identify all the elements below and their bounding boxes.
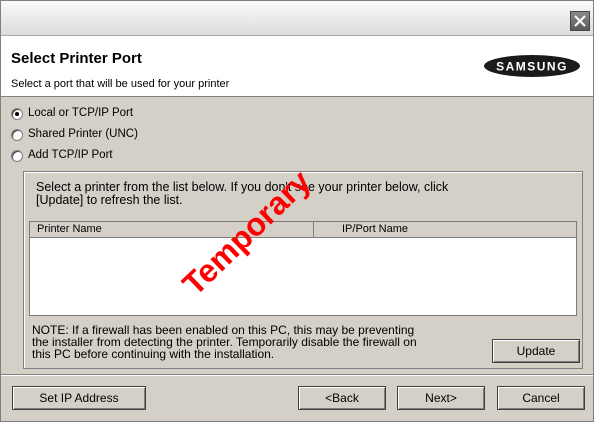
dialog-header: Select Printer Port Select a port that w… (1, 36, 593, 97)
update-button[interactable]: Update (492, 339, 580, 363)
column-label: IP/Port Name (342, 223, 409, 235)
radio-label: Local or TCP/IP Port (28, 107, 134, 119)
printer-port-dialog: Select Printer Port Select a port that w… (0, 0, 594, 422)
note-line: this PC before continuing with the insta… (32, 347, 275, 361)
close-button[interactable] (570, 11, 590, 31)
title-bar (1, 1, 593, 36)
close-icon (574, 15, 586, 27)
logo-text: SAMSUNG (496, 60, 568, 74)
dialog-footer: Set IP Address <Back Next> Cancel (1, 374, 593, 421)
radio-button[interactable] (11, 129, 23, 141)
set-ip-address-button[interactable]: Set IP Address (12, 386, 146, 410)
next-button[interactable]: Next> (397, 386, 485, 410)
radio-label: Shared Printer (UNC) (28, 128, 138, 140)
instructions-text: Select a printer from the list below. If… (36, 181, 566, 207)
printer-list[interactable]: Printer Name IP/Port Name (29, 221, 577, 316)
column-printer-name[interactable]: Printer Name (30, 222, 314, 237)
page-title: Select Printer Port (11, 50, 142, 67)
column-ip-port-name[interactable]: IP/Port Name (314, 222, 576, 237)
instructions-line: [Update] to refresh the list. (36, 193, 183, 207)
cancel-button[interactable]: Cancel (497, 386, 585, 410)
samsung-logo: SAMSUNG (483, 54, 581, 78)
page-subtitle: Select a port that will be used for your… (11, 78, 230, 90)
radio-button[interactable] (11, 108, 23, 120)
printer-selection-panel: Select a printer from the list below. If… (23, 171, 583, 369)
radio-label: Add TCP/IP Port (28, 149, 113, 161)
list-header: Printer Name IP/Port Name (30, 222, 576, 238)
column-label: Printer Name (37, 223, 102, 235)
back-button[interactable]: <Back (298, 386, 386, 410)
firewall-note: NOTE: If a firewall has been enabled on … (32, 324, 472, 360)
radio-button[interactable] (11, 150, 23, 162)
